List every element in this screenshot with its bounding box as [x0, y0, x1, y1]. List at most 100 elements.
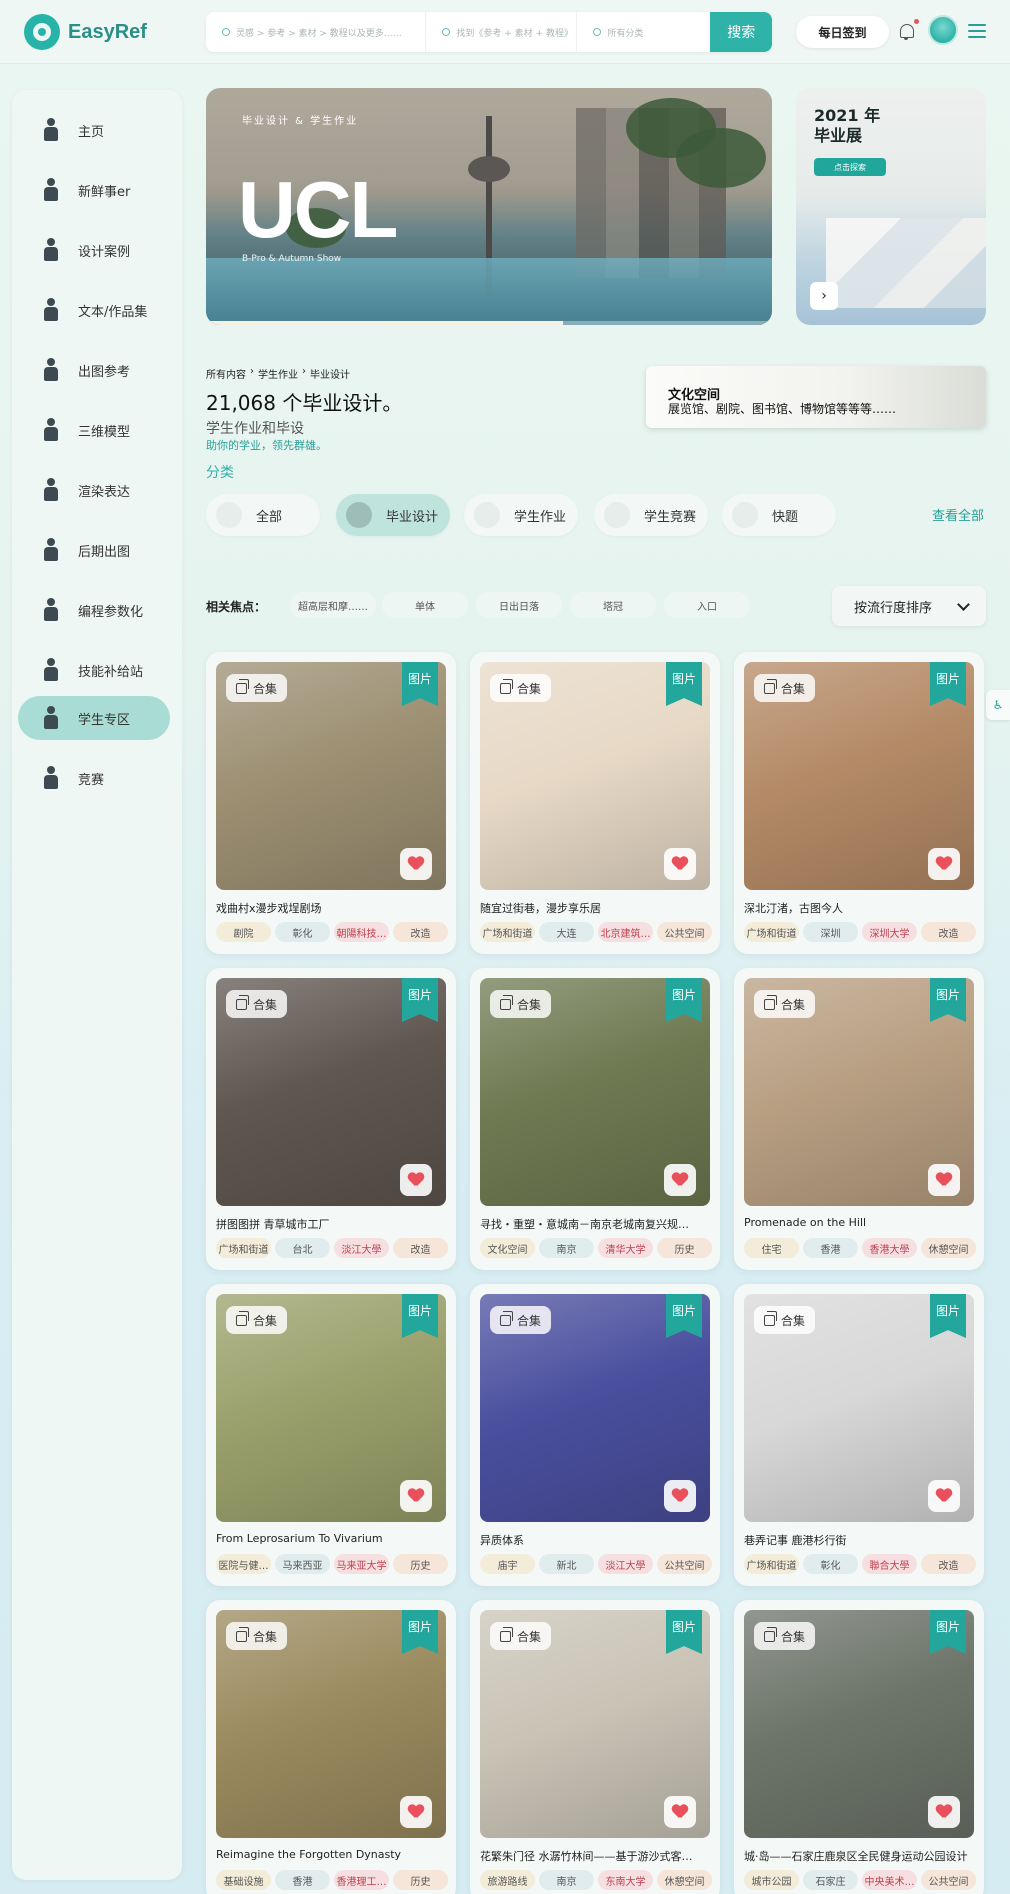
tag-chip[interactable]: 彰化: [275, 922, 330, 942]
search-input-target[interactable]: 找到《参考 + 素材 + 教程》: [426, 12, 578, 52]
tag-chip[interactable]: 东南大学: [598, 1870, 653, 1890]
card-title[interactable]: 巷弄记事 鹿港杉行街: [744, 1532, 976, 1548]
logo[interactable]: EasyRef: [24, 14, 147, 50]
favorite-button[interactable]: [928, 848, 960, 880]
favorite-button[interactable]: [664, 1480, 696, 1512]
breadcrumb-item[interactable]: 毕业设计: [310, 366, 350, 381]
tag-chip[interactable]: 住宅: [744, 1238, 799, 1258]
tag-chip[interactable]: 台北: [275, 1238, 330, 1258]
tag-chip[interactable]: 改造: [393, 1238, 448, 1258]
favorite-button[interactable]: [400, 1796, 432, 1828]
sidebar-item-postproduction[interactable]: 后期出图: [18, 528, 170, 572]
tag-chip[interactable]: 历史: [657, 1238, 712, 1258]
tag-chip[interactable]: 休憩空间: [921, 1238, 976, 1258]
project-card[interactable]: 合集 图片 巷弄记事 鹿港杉行街 广场和街道 彰化 聯合大學 改造: [734, 1284, 984, 1586]
tag-chip[interactable]: 香港大學: [862, 1238, 917, 1258]
project-card[interactable]: 合集 图片 Promenade on the Hill 住宅 香港 香港大學 休憩空间: [734, 968, 984, 1270]
sidebar-item-skills[interactable]: 技能补给站: [18, 648, 170, 692]
tag-chip[interactable]: 朝陽科技…: [334, 922, 389, 942]
tag-chip[interactable]: 庙宇: [480, 1554, 535, 1574]
tag-chip[interactable]: 改造: [921, 1554, 976, 1574]
tag-chip[interactable]: 深圳: [803, 922, 858, 942]
tag-chip[interactable]: 新北: [539, 1554, 594, 1574]
search-button[interactable]: 搜索: [710, 12, 772, 52]
favorite-button[interactable]: [400, 848, 432, 880]
daily-checkin-button[interactable]: 每日签到: [796, 16, 889, 48]
tag-chip[interactable]: 大连: [539, 922, 594, 942]
sidebar-item-student[interactable]: 学生专区: [18, 696, 170, 740]
card-title[interactable]: 戏曲村x漫步戏埕剧场: [216, 900, 448, 916]
sidebar-item-portfolio[interactable]: 文本/作品集: [18, 288, 170, 332]
tab-graduation-design[interactable]: 毕业设计: [336, 494, 450, 536]
sidebar-item-parametric[interactable]: 编程参数化: [18, 588, 170, 632]
tag-chip[interactable]: 公共空间: [921, 1870, 976, 1890]
tag-chip[interactable]: 广场和街道: [480, 922, 535, 942]
favorite-button[interactable]: [664, 1164, 696, 1196]
tag-chip[interactable]: 广场和街道: [744, 1554, 799, 1574]
card-title[interactable]: 随宜过街巷，漫步享乐居: [480, 900, 712, 916]
sidebar-item-render[interactable]: 渲染表达: [18, 468, 170, 512]
project-card[interactable]: 合集 图片 随宜过街巷，漫步享乐居 广场和街道 大连 北京建筑… 公共空间: [470, 652, 720, 954]
project-card[interactable]: 合集 图片 城·岛——石家庄鹿泉区全民健身运动公园设计 城市公园 石家庄 中央美术… 公共空…: [734, 1600, 984, 1894]
project-card[interactable]: 合集 图片 戏曲村x漫步戏埕剧场 剧院 彰化 朝陽科技… 改造: [206, 652, 456, 954]
project-card[interactable]: 合集 图片 From Leprosarium To Vivarium 医院与健… 马来西…: [206, 1284, 456, 1586]
breadcrumb-item[interactable]: 学生作业: [258, 366, 298, 381]
sidebar-item-drawing-ref[interactable]: 出图参考: [18, 348, 170, 392]
favorite-button[interactable]: [400, 1164, 432, 1196]
card-title[interactable]: 拼图图拼 青草城市工厂: [216, 1216, 448, 1232]
card-title[interactable]: 异质体系: [480, 1532, 712, 1548]
sidebar-item-news[interactable]: 新鲜事er: [18, 168, 170, 212]
project-card[interactable]: 合集 图片 寻找・重塑・意城南－南京老城南复兴规… 文化空间 南京 清华大学 历史: [470, 968, 720, 1270]
tag-chip[interactable]: 淡江大學: [334, 1238, 389, 1258]
explore-button[interactable]: 点击探索: [814, 158, 886, 176]
avatar[interactable]: [928, 15, 958, 45]
tag-chip[interactable]: 香港: [275, 1870, 330, 1890]
tag-chip[interactable]: 基础设施: [216, 1870, 271, 1890]
tag-chip[interactable]: 马来西亚: [275, 1554, 330, 1574]
tab-quick-design[interactable]: 快题: [722, 494, 836, 536]
bell-icon[interactable]: [898, 22, 914, 40]
favorite-button[interactable]: [664, 848, 696, 880]
tag-chip[interactable]: 城市公园: [744, 1870, 799, 1890]
project-card[interactable]: 合集 图片 异质体系 庙宇 新北 淡江大學 公共空间: [470, 1284, 720, 1586]
tag-chip[interactable]: 公共空间: [657, 1554, 712, 1574]
favorite-button[interactable]: [928, 1164, 960, 1196]
search-input-keyword[interactable]: 灵感 > 参考 > 素材 > 教程以及更多……: [206, 12, 427, 52]
tag-chip[interactable]: 文化空间: [480, 1238, 535, 1258]
project-card[interactable]: 合集 图片 拼图图拼 青草城市工厂 广场和街道 台北 淡江大學 改造: [206, 968, 456, 1270]
tag-chip[interactable]: 剧院: [216, 922, 271, 942]
tag-chip[interactable]: 北京建筑…: [598, 922, 653, 942]
tag-chip[interactable]: 改造: [393, 922, 448, 942]
tag-chip[interactable]: 马来亚大学: [334, 1554, 389, 1574]
accessibility-icon[interactable]: ♿: [986, 690, 1010, 720]
tag-chip[interactable]: 历史: [393, 1870, 448, 1890]
tag-chip[interactable]: 改造: [921, 922, 976, 942]
favorite-button[interactable]: [928, 1480, 960, 1512]
card-title[interactable]: 深北汀渚，古图今人: [744, 900, 976, 916]
tag-chip[interactable]: 香港: [803, 1238, 858, 1258]
card-title[interactable]: 花繁朱门径 水潺竹林间——基于游沙式客…: [480, 1848, 712, 1864]
tag-chip[interactable]: 石家庄: [803, 1870, 858, 1890]
sidebar-item-3d-model[interactable]: 三维模型: [18, 408, 170, 452]
category-select[interactable]: 所有分类: [577, 12, 710, 52]
chevron-right-icon[interactable]: ›: [810, 282, 838, 310]
tag-chip[interactable]: 南京: [539, 1238, 594, 1258]
focus-chip[interactable]: 超高层和摩……: [290, 592, 376, 618]
focus-chip[interactable]: 单体: [382, 592, 468, 618]
promo-card[interactable]: 文化空间 展览馆、剧院、图书馆、博物馆等等等……: [646, 366, 986, 428]
tab-student-competition[interactable]: 学生竞赛: [594, 494, 708, 536]
project-card[interactable]: 合集 图片 花繁朱门径 水潺竹林间——基于游沙式客… 旅游路线 南京 东南大学 休憩空间: [470, 1600, 720, 1894]
card-title[interactable]: From Leprosarium To Vivarium: [216, 1532, 448, 1545]
tag-chip[interactable]: 休憩空间: [657, 1870, 712, 1890]
tag-chip[interactable]: 医院与健…: [216, 1554, 271, 1574]
tag-chip[interactable]: 中央美术…: [862, 1870, 917, 1890]
project-card[interactable]: 合集 图片 深北汀渚，古图今人 广场和街道 深圳 深圳大学 改造: [734, 652, 984, 954]
tag-chip[interactable]: 香港理工…: [334, 1870, 389, 1890]
tag-chip[interactable]: 旅游路线: [480, 1870, 535, 1890]
sidebar-item-home[interactable]: 主页: [18, 108, 170, 152]
tag-chip[interactable]: 淡江大學: [598, 1554, 653, 1574]
view-all-link[interactable]: 查看全部: [932, 505, 984, 524]
tab-all[interactable]: 全部: [206, 494, 320, 536]
project-card[interactable]: 合集 图片 Reimagine the Forgotten Dynasty 基础设施香…: [206, 1600, 456, 1894]
card-title[interactable]: Promenade on the Hill: [744, 1216, 976, 1229]
